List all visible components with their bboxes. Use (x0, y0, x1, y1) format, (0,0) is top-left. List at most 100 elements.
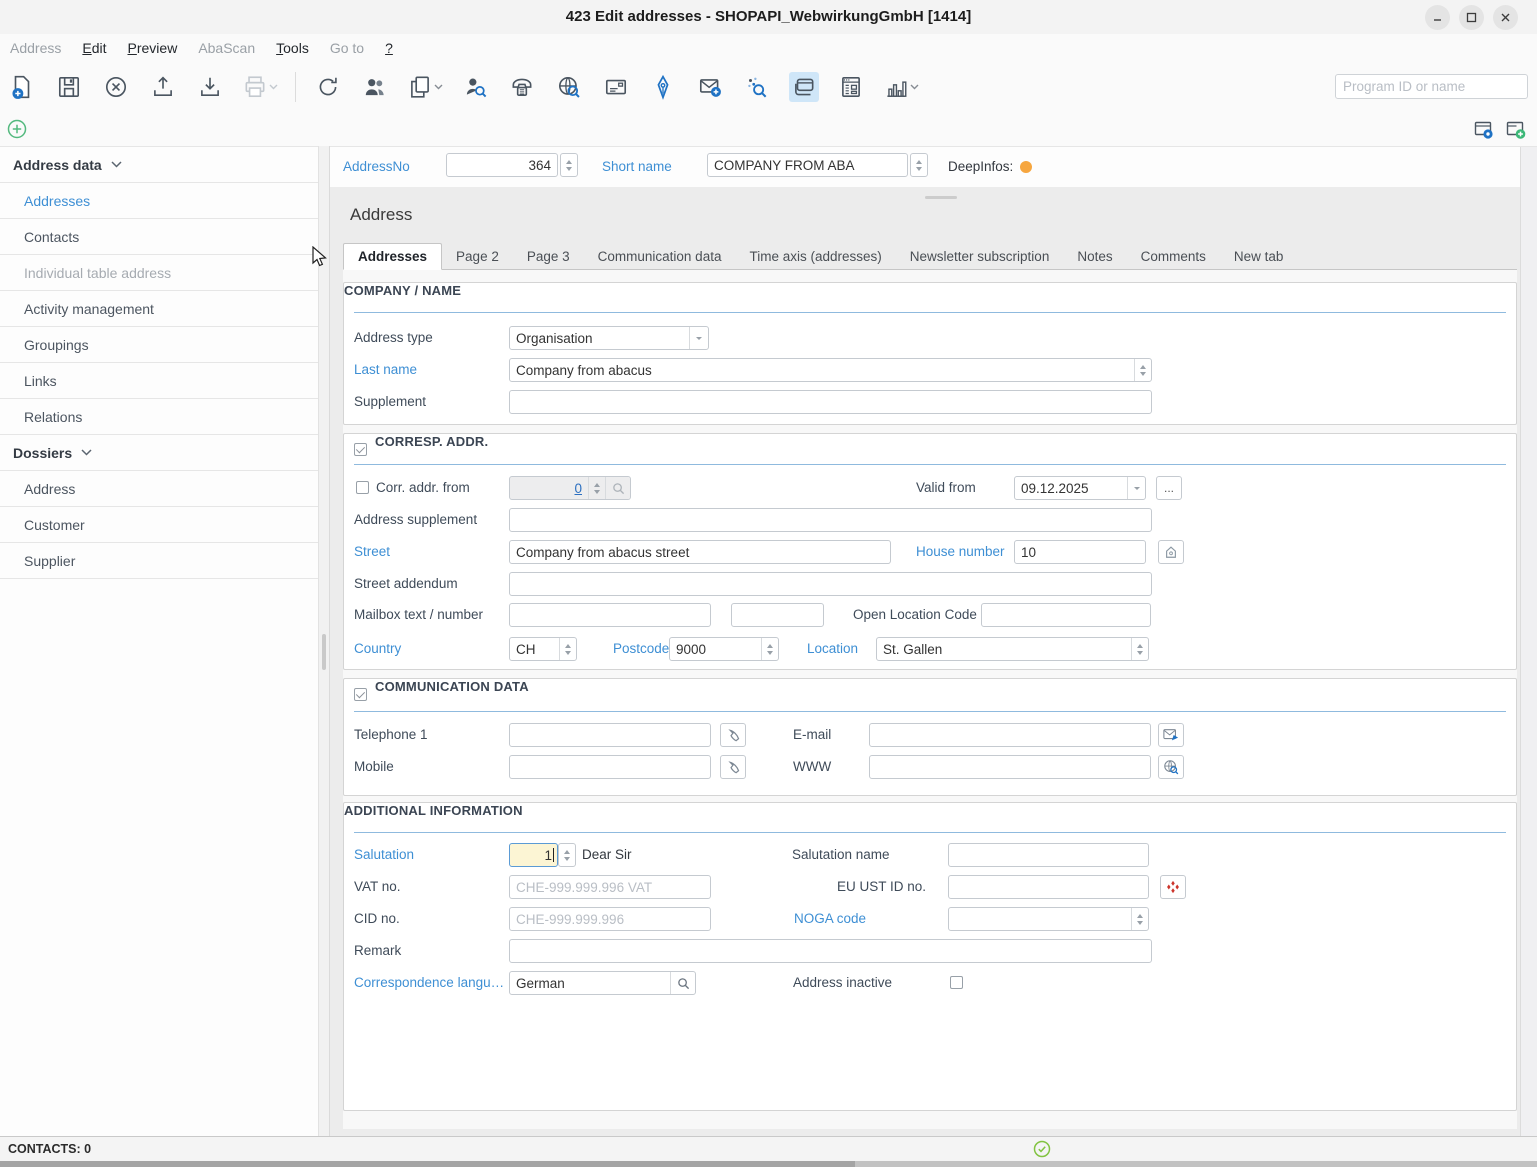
corresp-addr-checkbox[interactable] (354, 443, 367, 456)
search-icon[interactable] (670, 972, 695, 994)
open-location-code-input[interactable] (982, 604, 1150, 626)
dropdown-chevron-icon[interactable] (1127, 477, 1145, 499)
sidebar-item-contacts[interactable]: Contacts (0, 219, 318, 255)
www-field[interactable] (869, 755, 1151, 779)
short-name-input[interactable] (708, 154, 907, 176)
field-spinner[interactable] (1131, 638, 1148, 660)
data-search-button[interactable] (742, 72, 772, 102)
refresh-button[interactable] (313, 72, 343, 102)
sidebar-item-relations[interactable]: Relations (0, 399, 318, 435)
valid-from-input[interactable] (1015, 477, 1127, 499)
copy-document-button-group[interactable] (407, 74, 443, 100)
postcode-input[interactable] (670, 638, 761, 660)
correspondence-language-field[interactable] (509, 971, 696, 995)
scrollbar-gutter[interactable] (1520, 147, 1537, 1137)
last-name-field[interactable] (509, 358, 1152, 382)
signature-pen-button[interactable] (648, 72, 678, 102)
mailbox-number-field[interactable] (731, 603, 824, 627)
country-label[interactable]: Country (354, 637, 401, 661)
web-search-button[interactable] (554, 72, 584, 102)
field-spinner[interactable] (559, 638, 576, 660)
corr-addr-from-input[interactable] (510, 477, 588, 499)
mailbox-number-input[interactable] (732, 604, 823, 626)
cancel-button[interactable] (101, 72, 131, 102)
field-spinner[interactable] (1134, 359, 1151, 381)
collapse-handle[interactable] (925, 196, 957, 199)
print-button-group[interactable] (242, 74, 278, 100)
salutation-input[interactable] (510, 844, 553, 866)
salutation-name-input[interactable] (949, 844, 1148, 866)
correspondence-language-input[interactable] (510, 972, 670, 994)
address-no-input[interactable] (447, 154, 557, 176)
remark-field[interactable] (509, 939, 1152, 963)
location-input[interactable] (877, 638, 1131, 660)
sidebar-section-dossiers[interactable]: Dossiers (0, 435, 318, 471)
noga-code-label[interactable]: NOGA code (794, 907, 866, 931)
noga-code-input[interactable] (949, 908, 1131, 930)
email-input[interactable] (870, 724, 1150, 746)
field-spinner[interactable] (761, 638, 778, 660)
eu-ust-id-validate-button[interactable] (1160, 875, 1186, 899)
house-number-input[interactable] (1015, 541, 1145, 563)
sidebar-item-dossier-address[interactable]: Address (0, 471, 318, 507)
eu-ust-id-field[interactable] (948, 875, 1149, 899)
open-location-code-field[interactable] (981, 603, 1151, 627)
corr-addr-from-checkbox[interactable] (356, 481, 369, 494)
address-no-field[interactable] (446, 153, 558, 177)
street-field[interactable] (509, 540, 891, 564)
house-number-label[interactable]: House number (916, 540, 1005, 564)
menu-abascan[interactable]: AbaScan (198, 40, 255, 56)
sidebar-splitter[interactable] (318, 146, 330, 1136)
tab-new-tab[interactable]: New tab (1220, 245, 1298, 269)
supplement-field[interactable] (509, 390, 1152, 414)
window-settings-button[interactable] (1472, 118, 1496, 142)
minimize-button[interactable] (1425, 5, 1450, 30)
field-spinner[interactable] (1131, 908, 1148, 930)
tab-time-axis[interactable]: Time axis (addresses) (735, 245, 895, 269)
contacts-button[interactable] (360, 72, 390, 102)
address-supplement-input[interactable] (510, 509, 1151, 531)
salutation-spinner[interactable] (558, 843, 576, 867)
menu-help[interactable]: ? (385, 40, 393, 56)
correspondence-language-label[interactable]: Correspondence language (354, 971, 506, 995)
eu-ust-id-input[interactable] (949, 876, 1148, 898)
address-supplement-field[interactable] (509, 508, 1152, 532)
telephone1-input[interactable] (510, 724, 710, 746)
sidebar-item-links[interactable]: Links (0, 363, 318, 399)
sidebar-item-individual-table-address[interactable]: Individual table address (0, 255, 318, 291)
tab-notes[interactable]: Notes (1063, 245, 1126, 269)
export-button[interactable] (148, 72, 178, 102)
phone-directory-button[interactable] (507, 72, 537, 102)
tab-newsletter-subscription[interactable]: Newsletter subscription (896, 245, 1064, 269)
new-address-button[interactable] (7, 72, 37, 102)
last-name-input[interactable] (510, 359, 1134, 381)
splitter-handle[interactable] (322, 634, 326, 670)
address-no-spinner[interactable] (560, 153, 578, 177)
street-input[interactable] (510, 541, 890, 563)
www-open-button[interactable] (1158, 755, 1184, 779)
salutation-name-field[interactable] (948, 843, 1149, 867)
valid-from-field[interactable] (1014, 476, 1146, 500)
short-name-label[interactable]: Short name (602, 155, 672, 179)
save-button[interactable] (54, 72, 84, 102)
program-search-input[interactable] (1335, 74, 1528, 99)
communication-data-checkbox[interactable] (354, 688, 367, 701)
email-send-button[interactable] (1158, 723, 1184, 747)
add-new-button[interactable] (6, 118, 28, 140)
house-locate-button[interactable] (1158, 540, 1184, 564)
last-name-label[interactable]: Last name (354, 358, 417, 382)
country-input[interactable] (510, 638, 559, 660)
house-number-field[interactable] (1014, 540, 1146, 564)
telephone1-dial-button[interactable] (720, 723, 746, 747)
menu-tools[interactable]: Tools (276, 40, 309, 56)
short-name-field[interactable] (707, 153, 908, 177)
tab-page-2[interactable]: Page 2 (442, 245, 513, 269)
sidebar-item-dossier-supplier[interactable]: Supplier (0, 543, 318, 579)
dropdown-chevron-icon[interactable] (689, 327, 708, 349)
cid-no-input[interactable] (510, 908, 710, 930)
statistics-button-group[interactable] (883, 74, 919, 100)
vat-no-field[interactable] (509, 875, 711, 899)
address-no-label[interactable]: AddressNo (343, 155, 410, 179)
sidebar-item-dossier-customer[interactable]: Customer (0, 507, 318, 543)
address-type-select[interactable] (509, 326, 709, 350)
